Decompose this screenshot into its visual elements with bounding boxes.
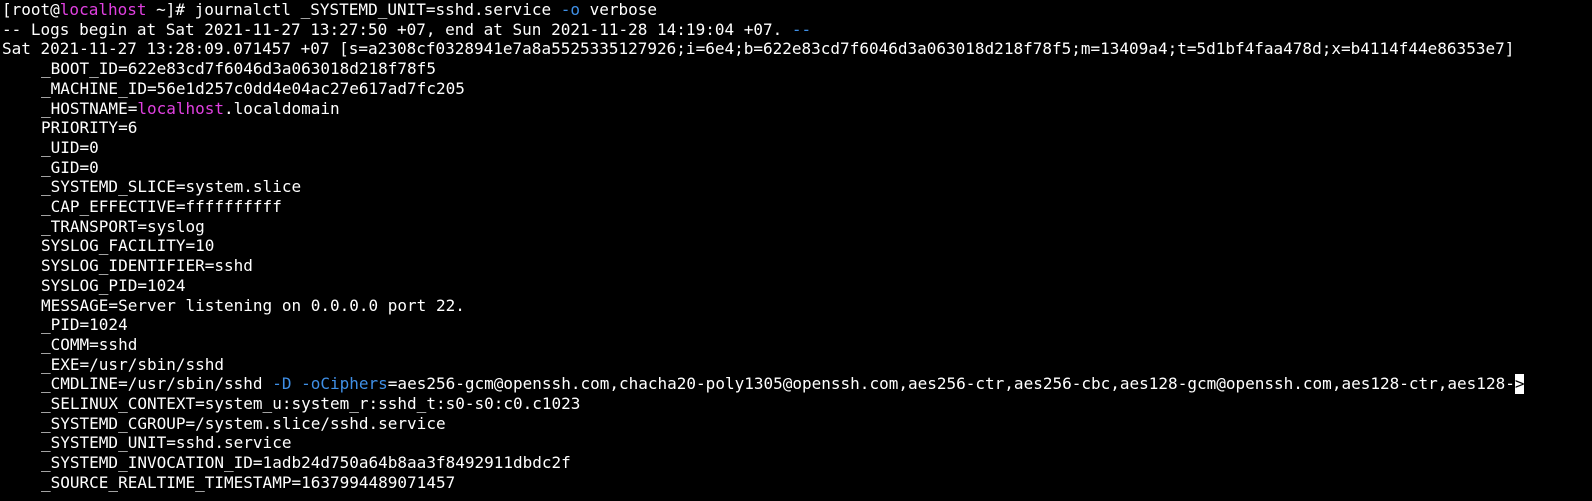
command-arg: verbose: [579, 0, 658, 19]
field-gid: _GID=0: [41, 157, 99, 177]
field-systemd-cgroup: _SYSTEMD_CGROUP=/system.slice/sshd.servi…: [41, 413, 446, 433]
field-syslog-pid: SYSLOG_PID=1024: [41, 275, 186, 295]
field-hostname-key: _HOSTNAME=: [41, 98, 138, 118]
prompt-host: localhost: [59, 0, 147, 19]
line-overflow-cursor[interactable]: >: [1514, 374, 1525, 394]
field-hostname: _HOSTNAME=localhost.localdomain: [41, 99, 340, 119]
prompt-rest: ~]#: [146, 0, 195, 19]
field-hostname-host: localhost: [137, 98, 225, 118]
field-invocation-id: _SYSTEMD_INVOCATION_ID=1adb24d750a64b8aa…: [41, 453, 571, 473]
field-comm: _COMM=sshd: [41, 334, 138, 354]
field-uid: _UID=0: [41, 137, 99, 157]
command-flag: -o: [560, 0, 580, 19]
field-hostname-domain: .localdomain: [224, 98, 340, 118]
field-selinux-context: _SELINUX_CONTEXT=system_u:system_r:sshd_…: [41, 394, 581, 413]
field-boot-id: _BOOT_ID=622e83cd7f6046d3a063018d218f78f…: [41, 59, 436, 79]
field-pid: _PID=1024: [41, 315, 128, 335]
field-priority: PRIORITY=6: [41, 118, 138, 138]
logs-begin-line: -- Logs begin at Sat 2021-11-27 13:27:50…: [2, 20, 811, 40]
field-cmdline-opt-d: -D: [272, 374, 292, 394]
field-cmdline: _CMDLINE=/usr/sbin/sshd -D -oCiphers=aes…: [41, 374, 1525, 394]
field-cmdline-key: _CMDLINE=/usr/sbin/sshd: [41, 374, 273, 394]
field-machine-id: _MACHINE_ID=56e1d257c0dd4e04ac27e617ad7f…: [41, 78, 465, 98]
terminal-window[interactable]: [root@localhost ~]# journalctl _SYSTEMD_…: [0, 0, 1592, 501]
field-cap-effective: _CAP_EFFECTIVE=ffffffffff: [41, 197, 282, 216]
field-transport: _TRANSPORT=syslog: [41, 216, 205, 236]
prompt-open: [root@: [2, 0, 60, 19]
field-cmdline-value: =aes256-gcm@openssh.com,chacha20-poly130…: [387, 374, 1515, 394]
field-systemd-unit: _SYSTEMD_UNIT=sshd.service: [41, 433, 292, 453]
field-message: MESSAGE=Server listening on 0.0.0.0 port…: [41, 295, 465, 315]
logs-begin-text: -- Logs begin at Sat 2021-11-27 13:27:50…: [2, 19, 792, 39]
field-systemd-slice: _SYSTEMD_SLICE=system.slice: [41, 177, 302, 197]
logs-begin-tail: --: [791, 19, 812, 39]
field-source-realtime-timestamp: _SOURCE_REALTIME_TIMESTAMP=1637994489071…: [41, 472, 456, 492]
field-syslog-identifier: SYSLOG_IDENTIFIER=sshd: [41, 256, 253, 276]
field-exe: _EXE=/usr/sbin/sshd: [41, 354, 225, 374]
command-text: journalctl _SYSTEMD_UNIT=sshd.service: [194, 0, 561, 19]
prompt-line: [root@localhost ~]# journalctl _SYSTEMD_…: [2, 0, 657, 20]
field-cmdline-space: [291, 374, 301, 393]
field-syslog-facility: SYSLOG_FACILITY=10: [41, 236, 215, 256]
field-cmdline-opt-ciphers: -oCiphers: [301, 374, 388, 394]
entry-header: Sat 2021-11-27 13:28:09.071457 +07 [s=a2…: [2, 39, 1515, 59]
